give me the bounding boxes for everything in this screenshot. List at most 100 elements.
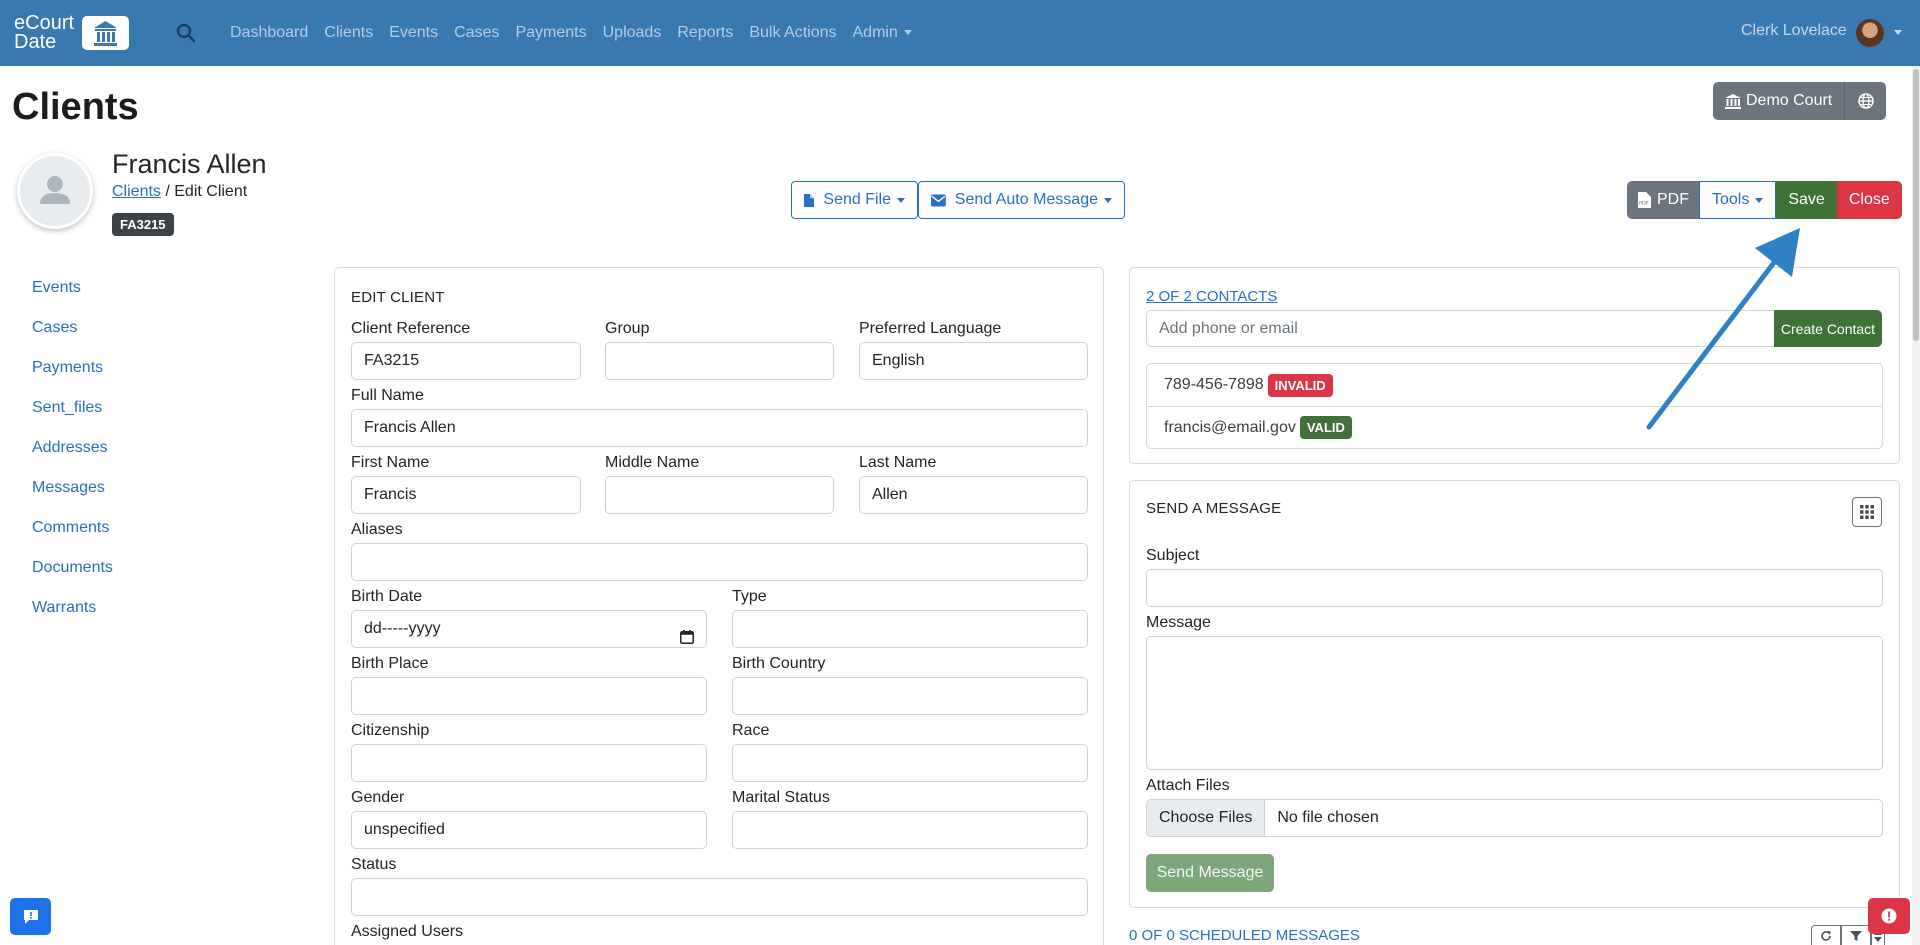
user-avatar[interactable]: [1856, 19, 1884, 47]
birth-place-label: Birth Place: [351, 655, 429, 672]
sidebar-item-warrants[interactable]: Warrants: [32, 596, 113, 636]
preferred-language-select[interactable]: English: [859, 342, 1088, 380]
chevron-down-icon[interactable]: [1894, 30, 1902, 35]
sidebar-item-documents[interactable]: Documents: [32, 556, 113, 596]
breadcrumb-current: / Edit Client: [160, 183, 248, 200]
subject-label: Subject: [1146, 547, 1200, 564]
group-select[interactable]: [605, 342, 834, 380]
aliases-label: Aliases: [351, 521, 403, 538]
file-icon: [804, 193, 815, 207]
attach-files-input[interactable]: Choose Files No file chosen: [1146, 799, 1883, 837]
scrollbar-thumb[interactable]: [1913, 69, 1919, 341]
type-select[interactable]: [732, 610, 1088, 648]
first-name-input[interactable]: Francis: [351, 476, 581, 514]
grid-icon: [1860, 505, 1874, 519]
refresh-icon[interactable]: [1811, 925, 1841, 945]
sidebar-item-sent-files[interactable]: Sent_files: [32, 396, 113, 436]
nav-clients[interactable]: Clients: [324, 24, 373, 42]
client-name: Francis Allen: [112, 149, 267, 179]
filter-icon[interactable]: [1841, 925, 1871, 945]
sidebar-item-addresses[interactable]: Addresses: [32, 436, 113, 476]
file-status: No file chosen: [1277, 809, 1379, 826]
message-label: Message: [1146, 614, 1211, 631]
ecourtdate-logo[interactable]: eCourt Date: [14, 13, 129, 53]
templates-grid-button[interactable]: [1852, 497, 1882, 527]
alert-button[interactable]: [1868, 898, 1910, 934]
race-input[interactable]: [732, 744, 1088, 782]
client-action-buttons: PDF PDF Tools Save Close: [1627, 181, 1902, 219]
pdf-button[interactable]: PDF PDF: [1627, 181, 1699, 219]
client-reference-badge: FA3215: [112, 213, 174, 236]
nav-cases[interactable]: Cases: [454, 24, 499, 42]
first-name-label: First Name: [351, 454, 430, 471]
client-avatar[interactable]: [17, 153, 93, 229]
message-textarea[interactable]: [1146, 636, 1883, 770]
gender-label: Gender: [351, 789, 405, 806]
svg-text:PDF: PDF: [1639, 201, 1649, 207]
send-auto-message-button[interactable]: Send Auto Message: [918, 181, 1125, 219]
middle-name-input[interactable]: [605, 476, 834, 514]
send-file-button[interactable]: Send File: [791, 181, 918, 219]
birth-date-input[interactable]: dd-----yyyy: [351, 610, 707, 648]
status-input[interactable]: [351, 878, 1088, 916]
subject-input[interactable]: [1146, 569, 1883, 607]
send-message-title: SEND A MESSAGE: [1146, 500, 1282, 517]
chat-button[interactable]: [10, 898, 51, 935]
nav-dashboard[interactable]: Dashboard: [230, 24, 308, 42]
search-icon[interactable]: [175, 22, 197, 44]
chevron-down-icon: [897, 197, 905, 203]
contact-item[interactable]: 789-456-7898 INVALID: [1147, 364, 1882, 406]
alert-icon: [1881, 908, 1897, 924]
logo-text: eCourt Date: [14, 13, 74, 53]
sidebar-item-cases[interactable]: Cases: [32, 316, 113, 356]
save-button[interactable]: Save: [1776, 181, 1837, 219]
birth-date-placeholder: dd-----yyyy: [364, 620, 441, 637]
aliases-input[interactable]: [351, 543, 1088, 581]
nav-reports[interactable]: Reports: [677, 24, 733, 42]
globe-icon: [1858, 93, 1874, 109]
marital-status-label: Marital Status: [732, 789, 830, 806]
last-name-input[interactable]: Allen: [859, 476, 1088, 514]
marital-status-input[interactable]: [732, 811, 1088, 849]
add-contact-input[interactable]: Add phone or email: [1146, 310, 1776, 347]
breadcrumb-clients-link[interactable]: Clients: [112, 183, 161, 200]
chevron-down-icon: [903, 30, 912, 36]
birth-date-label: Birth Date: [351, 588, 423, 605]
contact-value: 789-456-7898: [1164, 376, 1264, 393]
nav-bulk-actions[interactable]: Bulk Actions: [749, 24, 836, 42]
status-badge: VALID: [1299, 416, 1352, 439]
contact-list: 789-456-7898 INVALID francis@email.gov V…: [1146, 363, 1883, 449]
logo-line-2: Date: [14, 31, 57, 53]
send-auto-message-label: Send Auto Message: [954, 191, 1098, 208]
close-button[interactable]: Close: [1836, 181, 1902, 219]
full-name-input[interactable]: Francis Allen: [351, 409, 1088, 447]
edit-client-title: EDIT CLIENT: [351, 289, 445, 306]
calendar-icon[interactable]: [680, 622, 694, 647]
demo-court-button[interactable]: Demo Court: [1713, 82, 1845, 120]
birth-country-input[interactable]: [732, 677, 1088, 715]
sidebar-item-payments[interactable]: Payments: [32, 356, 113, 396]
contact-item[interactable]: francis@email.gov VALID: [1147, 406, 1882, 448]
sidebar-item-comments[interactable]: Comments: [32, 516, 113, 556]
nav-payments[interactable]: Payments: [515, 24, 586, 42]
globe-button[interactable]: [1844, 82, 1887, 120]
contacts-count-link[interactable]: 2 OF 2 CONTACTS: [1146, 288, 1277, 305]
birth-place-input[interactable]: [351, 677, 707, 715]
tools-dropdown-button[interactable]: Tools: [1699, 181, 1777, 219]
main-nav: Dashboard Clients Events Cases Payments …: [230, 0, 928, 66]
nav-events[interactable]: Events: [389, 24, 438, 42]
scheduled-messages-header[interactable]: 0 OF 0 SCHEDULED MESSAGES: [1129, 927, 1360, 944]
assigned-users-label: Assigned Users: [351, 923, 464, 940]
citizenship-input[interactable]: [351, 744, 707, 782]
choose-files-button[interactable]: Choose Files: [1147, 800, 1266, 836]
sidebar-item-events[interactable]: Events: [32, 276, 113, 316]
nav-admin-dropdown[interactable]: Admin: [853, 24, 912, 42]
sidebar-item-messages[interactable]: Messages: [32, 476, 113, 516]
middle-name-label: Middle Name: [605, 454, 700, 471]
client-reference-input[interactable]: FA3215: [351, 342, 581, 380]
send-message-button[interactable]: Send Message: [1146, 854, 1274, 892]
create-contact-button[interactable]: Create Contact: [1774, 310, 1882, 347]
gender-select[interactable]: unspecified: [351, 811, 707, 849]
nav-uploads[interactable]: Uploads: [603, 24, 662, 42]
user-name[interactable]: Clerk Lovelace: [1741, 22, 1847, 40]
